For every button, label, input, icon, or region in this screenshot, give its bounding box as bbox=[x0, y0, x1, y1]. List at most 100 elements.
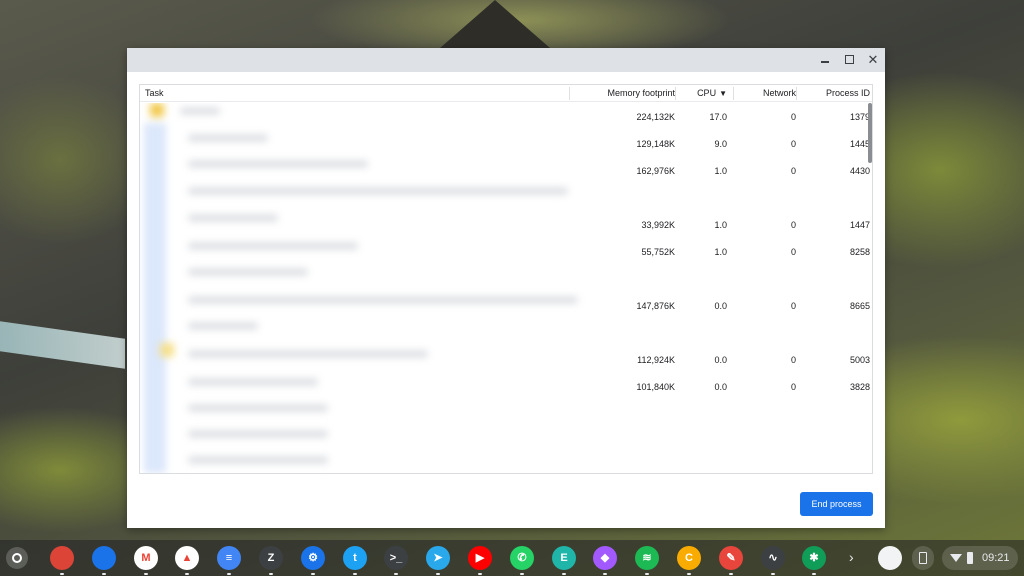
redacted-task-text bbox=[188, 188, 568, 194]
running-indicator bbox=[729, 573, 733, 575]
network-cell: 0 bbox=[790, 301, 796, 311]
running-indicator bbox=[394, 573, 398, 575]
vertical-scrollbar[interactable] bbox=[868, 103, 872, 163]
memory-cell: 162,976K bbox=[636, 166, 675, 176]
minimize-icon bbox=[821, 61, 829, 63]
cpu-header-label: CPU bbox=[697, 88, 717, 98]
clock: 09:21 bbox=[982, 552, 1010, 564]
table-header: Task Memory footprint CPU ▼ Network Proce… bbox=[140, 85, 872, 102]
zoom-like-app-icon[interactable]: Z bbox=[259, 546, 283, 570]
table-row[interactable]: 55,752K 1.0 0 8258 bbox=[140, 238, 872, 265]
status-tray[interactable]: 09:21 bbox=[942, 546, 1018, 570]
process-table: Task Memory footprint CPU ▼ Network Proce… bbox=[139, 84, 873, 474]
table-row[interactable]: 33,992K 1.0 0 1447 bbox=[140, 211, 872, 238]
activity-app-icon[interactable]: ∿ bbox=[761, 546, 785, 570]
running-indicator bbox=[60, 573, 64, 575]
column-header-cpu[interactable]: CPU ▼ bbox=[675, 88, 733, 100]
pid-cell: 1445 bbox=[849, 139, 870, 149]
task-manager-window: ✕ Task Memory footprint CPU ▼ Network Pro… bbox=[127, 48, 885, 528]
cpu-cell: 0.0 bbox=[714, 301, 727, 311]
redacted-task-text bbox=[188, 269, 308, 275]
table-row[interactable]: 224,132K 17.0 0 1379 bbox=[140, 103, 872, 130]
cpu-cell: 1.0 bbox=[714, 247, 727, 257]
running-indicator bbox=[311, 573, 315, 575]
terminal-app-icon[interactable]: >_ bbox=[384, 546, 408, 570]
column-header-task[interactable]: Task bbox=[145, 88, 164, 100]
paint-app-icon[interactable]: ✎ bbox=[719, 546, 743, 570]
phone-hub-button[interactable] bbox=[912, 546, 934, 570]
wallpaper-river bbox=[0, 321, 125, 369]
running-indicator bbox=[269, 573, 273, 575]
running-indicator bbox=[478, 573, 482, 575]
cpu-cell: 0.0 bbox=[714, 355, 727, 365]
minimize-button[interactable] bbox=[817, 52, 833, 68]
table-row[interactable]: 162,976K 1.0 0 4430 bbox=[140, 157, 872, 184]
running-indicator bbox=[812, 573, 816, 575]
cpu-cell: 1.0 bbox=[714, 166, 727, 176]
network-cell: 0 bbox=[790, 247, 796, 257]
running-indicator bbox=[353, 573, 357, 575]
network-cell: 0 bbox=[790, 220, 796, 230]
running-indicator bbox=[603, 573, 607, 575]
launcher-icon bbox=[12, 553, 22, 563]
pid-cell: 3828 bbox=[849, 382, 870, 392]
running-indicator bbox=[520, 573, 524, 575]
pid-cell: 8258 bbox=[849, 247, 870, 257]
telegram-app-icon[interactable]: ➤ bbox=[426, 546, 450, 570]
title-bar[interactable]: ✕ bbox=[127, 48, 885, 72]
files-app-icon[interactable] bbox=[92, 546, 116, 570]
table-row[interactable]: 129,148K 9.0 0 1445 bbox=[140, 130, 872, 157]
memory-cell: 101,840K bbox=[636, 382, 675, 392]
memory-cell: 55,752K bbox=[641, 247, 675, 257]
drive-app-icon[interactable]: ▲ bbox=[175, 546, 199, 570]
bug-app-app-icon[interactable]: ✱ bbox=[802, 546, 826, 570]
maximize-icon bbox=[844, 55, 854, 64]
memory-cell: 112,924K bbox=[637, 355, 675, 365]
close-button[interactable]: ✕ bbox=[865, 52, 881, 68]
running-indicator bbox=[102, 573, 106, 575]
table-row[interactable]: 112,924K 0.0 0 5003 bbox=[140, 346, 872, 373]
memory-cell: 129,148K bbox=[636, 139, 675, 149]
memory-cell: 224,132K bbox=[636, 112, 675, 122]
holding-space-button[interactable] bbox=[878, 546, 902, 570]
settings-app-icon[interactable]: ⚙ bbox=[301, 546, 325, 570]
maximize-button[interactable] bbox=[841, 52, 857, 68]
column-header-memory[interactable]: Memory footprint bbox=[569, 88, 675, 100]
column-header-network[interactable]: Network bbox=[733, 88, 796, 100]
battery-icon bbox=[967, 552, 973, 564]
spotify-app-icon[interactable]: ≋ bbox=[635, 546, 659, 570]
redacted-task-text bbox=[188, 323, 258, 329]
chrome-app-icon[interactable] bbox=[50, 546, 74, 570]
memory-cell: 33,992K bbox=[641, 220, 675, 230]
running-indicator bbox=[645, 573, 649, 575]
figma-app-icon[interactable]: ◆ bbox=[593, 546, 617, 570]
end-process-button[interactable]: End process bbox=[800, 492, 873, 516]
network-cell: 0 bbox=[790, 139, 796, 149]
running-indicator bbox=[144, 573, 148, 575]
cpu-cell: 0.0 bbox=[714, 382, 727, 392]
cpu-cell: 9.0 bbox=[714, 139, 727, 149]
network-cell: 0 bbox=[790, 112, 796, 122]
twitter-app-icon[interactable]: t bbox=[343, 546, 367, 570]
network-cell: 0 bbox=[790, 382, 796, 392]
close-icon: ✕ bbox=[867, 52, 879, 67]
docs-app-icon[interactable]: ≡ bbox=[217, 546, 241, 570]
table-row[interactable]: 147,876K 0.0 0 8665 bbox=[140, 292, 872, 319]
memory-cell: 147,876K bbox=[636, 301, 675, 311]
pid-cell: 8665 bbox=[849, 301, 870, 311]
whatsapp-app-icon[interactable]: ✆ bbox=[510, 546, 534, 570]
pid-cell: 4430 bbox=[849, 166, 870, 176]
gmail-app-icon[interactable]: M bbox=[134, 546, 158, 570]
column-header-process-id[interactable]: Process ID bbox=[796, 88, 870, 100]
shelf: M ▲ ≡ Z ⚙ t >_ ➤ ▶ ✆ E ◆ ≋ C ✎ ∿ ✱ › 09:21 bbox=[0, 540, 1024, 576]
wallpaper-peak bbox=[440, 0, 550, 48]
running-indicator bbox=[436, 573, 440, 575]
launcher-button[interactable] bbox=[6, 547, 28, 569]
table-row[interactable]: 101,840K 0.0 0 3828 bbox=[140, 373, 872, 400]
running-indicator bbox=[562, 573, 566, 575]
c-app-app-icon[interactable]: C bbox=[677, 546, 701, 570]
youtube-app-icon[interactable]: ▶ bbox=[468, 546, 492, 570]
e-app-app-icon[interactable]: E bbox=[552, 546, 576, 570]
redacted-task-text bbox=[188, 431, 328, 437]
chevron-right-icon[interactable]: › bbox=[849, 549, 854, 565]
